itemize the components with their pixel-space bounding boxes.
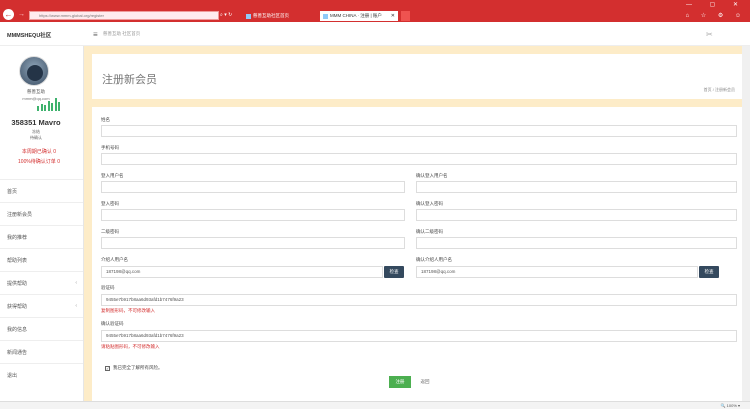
chevron-left-icon: ‹ — [75, 303, 77, 309]
browser-tab-1[interactable]: 慈善互助社区首页 — [243, 11, 319, 21]
sidebar-item-label: 新闻通告 — [7, 350, 28, 356]
menu-toggle-icon[interactable]: ≡ — [93, 30, 98, 39]
sidebar-item-register[interactable]: 注册新会员 — [0, 202, 83, 225]
activity-bar — [37, 106, 39, 111]
activity-bar — [54, 98, 57, 111]
breadcrumb[interactable]: 首页 / 注册新会员 — [704, 87, 735, 93]
confirm-referrer-input[interactable]: 187198@qq.com — [416, 266, 698, 278]
sidebar-item-news[interactable]: 新闻通告 — [0, 340, 83, 363]
brand-logo[interactable]: MMMSHEQU社区 — [0, 22, 84, 46]
sidebar-menu: 首页 注册新会员 我的推荐 帮助列表 提供帮助 ‹ 获得帮助 ‹ 我的信息 新闻通告… — [0, 179, 83, 386]
sidebar-item-label: 注册新会员 — [7, 212, 33, 218]
referrer-check-button[interactable]: 检查 — [384, 266, 404, 278]
confirm-second-password-input[interactable] — [416, 237, 737, 249]
tab-title: MMM CHINA · 注册 | 账户 — [330, 13, 382, 18]
tools-icon[interactable]: ✂ — [706, 30, 713, 39]
sidebar-item-label: 我的信息 — [7, 327, 28, 333]
title-panel: 注册新会员 首页 / 注册新会员 — [92, 54, 742, 99]
confirm-username-input[interactable] — [416, 181, 737, 193]
sidebar: 慈善互助 mmm@qq.com 358351 Mavro 冻结 待确认 本周期已… — [0, 46, 84, 409]
sidebar-item-help-list[interactable]: 帮助列表 — [0, 248, 83, 271]
header-breadcrumb[interactable]: 慈善互助 社区首页 — [103, 31, 140, 37]
mavro-balance: 358351 Mavro — [11, 118, 61, 127]
username-input[interactable] — [101, 181, 405, 193]
favicon-icon — [323, 14, 328, 19]
name-label: 姓名 — [101, 117, 110, 122]
cancel-button[interactable]: 返回 — [417, 376, 433, 388]
browser-toolbar: ← → https://www.mmm-global.org/register … — [0, 0, 750, 22]
confirmed-status: 本周期已确认 0 — [21, 149, 57, 155]
password-label: 登入密码 — [101, 201, 119, 206]
sidebar-item-label: 提供帮助 — [7, 281, 28, 287]
activity-bar-chart — [37, 98, 62, 111]
confirm-second-password-label: 确认二级密码 — [416, 229, 443, 234]
favicon-icon — [246, 14, 251, 19]
sidebar-item-provide-help[interactable]: 提供帮助 ‹ — [0, 271, 83, 294]
activity-bar — [58, 101, 60, 111]
confirm-password-input[interactable] — [416, 209, 737, 221]
tab-title: 慈善互助社区首页 — [253, 13, 289, 18]
second-password-label: 二级密码 — [101, 229, 119, 234]
main-content: 注册新会员 首页 / 注册新会员 姓名 手机号码 登入用户名 确认登入用户名 登… — [84, 51, 750, 409]
register-button[interactable]: 注册 — [389, 376, 411, 388]
sidebar-item-label: 帮助列表 — [7, 258, 28, 264]
sidebar-item-referrals[interactable]: 我的推荐 — [0, 225, 83, 248]
sidebar-item-my-info[interactable]: 我的信息 — [0, 317, 83, 340]
activity-bar — [47, 100, 50, 111]
referrer-label: 介绍人用户名 — [101, 257, 128, 262]
sidebar-item-logout[interactable]: 退出 — [0, 363, 83, 386]
second-password-input[interactable] — [101, 237, 405, 249]
confirm-referrer-check-button[interactable]: 检查 — [699, 266, 719, 278]
sidebar-item-label: 首页 — [7, 189, 18, 195]
activity-bar — [44, 105, 46, 111]
phone-input[interactable] — [101, 153, 737, 165]
forward-button[interactable]: → — [17, 10, 26, 19]
sidebar-item-label: 退出 — [7, 373, 18, 379]
sidebar-item-home[interactable]: 首页 — [0, 179, 83, 202]
back-button[interactable]: ← — [3, 9, 14, 20]
confirm-code-input[interactable]: 9455e7b917b8aa6d93afd1b7476f9a23 — [101, 330, 737, 342]
avatar — [19, 56, 49, 86]
confirm-code-note: 请粘贴图形码，不可修改输入 — [101, 344, 160, 349]
browser-toolbar-icons[interactable]: ⌂ ☆ ⚙ ☺ — [685, 12, 746, 19]
sidebar-item-get-help[interactable]: 获得帮助 ‹ — [0, 294, 83, 317]
chevron-left-icon: ‹ — [75, 280, 77, 286]
sidebar-item-label: 我的推荐 — [7, 235, 28, 241]
referrer-input[interactable]: 187198@qq.com — [101, 266, 383, 278]
username-label: 登入用户名 — [101, 173, 124, 178]
new-tab-button[interactable] — [401, 11, 410, 21]
register-form: 姓名 手机号码 登入用户名 确认登入用户名 登入密码 确认登入密码 二级密码 确… — [92, 107, 742, 409]
password-input[interactable] — [101, 209, 405, 221]
page-title: 注册新会员 — [102, 74, 157, 86]
close-tab-icon[interactable]: ✕ — [391, 11, 395, 21]
refresh-icon[interactable]: ⌕ ▾ ↻ — [220, 11, 242, 20]
profile-name: 慈善互助 — [27, 89, 45, 94]
activity-bar — [51, 103, 53, 111]
status-bar: 🔍 100% ▾ — [0, 401, 750, 409]
phone-label: 手机号码 — [101, 145, 119, 150]
name-input[interactable] — [101, 125, 737, 137]
browser-tab-2[interactable]: MMM CHINA · 注册 | 账户 ✕ — [320, 11, 398, 21]
confirm-password-label: 确认登入密码 — [416, 201, 443, 206]
confirm-referrer-label: 确认介绍人用户名 — [416, 257, 452, 262]
sidebar-item-label: 获得帮助 — [7, 304, 28, 310]
agree-checkbox-row[interactable]: ✓ 我已完全了解所有风险。 — [105, 365, 163, 371]
app-header: MMMSHEQU社区 ≡ 慈善互助 社区首页 ✂ — [0, 22, 750, 46]
agree-checkbox[interactable]: ✓ — [105, 366, 110, 371]
window-controls[interactable]: — ▢ ✕ — [686, 1, 746, 8]
code-label: 验证码 — [101, 285, 115, 290]
mavro-pending: 待确认 — [30, 135, 42, 140]
scrollbar[interactable] — [742, 46, 750, 401]
confirm-code-label: 确认验证码 — [101, 321, 124, 326]
zoom-level[interactable]: 🔍 100% ▾ — [721, 403, 740, 408]
address-bar[interactable]: https://www.mmm-global.org/register — [29, 11, 219, 20]
pending-status: 100%待确认订单 0 — [18, 159, 60, 165]
confirm-username-label: 确认登入用户名 — [416, 173, 448, 178]
agree-label: 我已完全了解所有风险。 — [113, 365, 163, 370]
code-input[interactable]: 9455e7b917b8aa6d93afd1b7476f9a23 — [101, 294, 737, 306]
activity-bar — [40, 103, 43, 111]
code-note: 复制图形码，不可修改输入 — [101, 308, 155, 313]
